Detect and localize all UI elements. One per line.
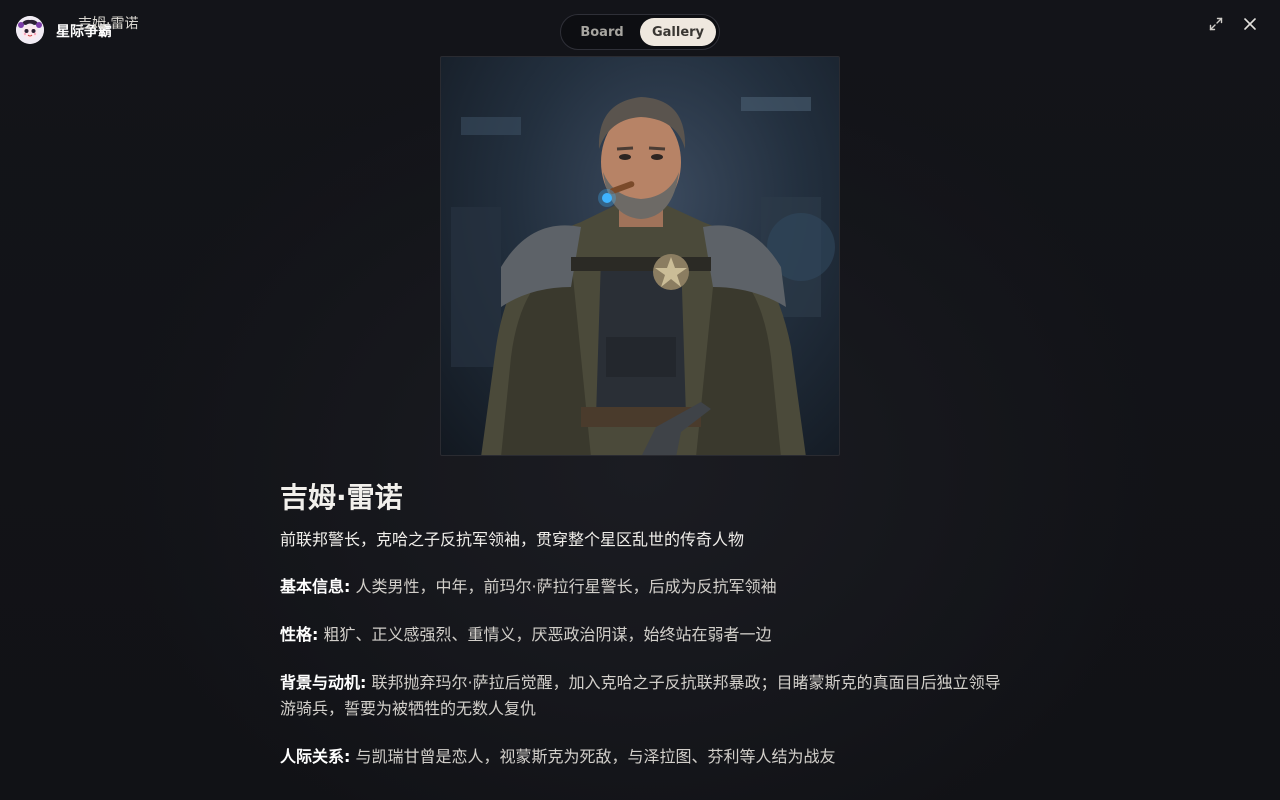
close-icon[interactable] (1240, 14, 1260, 34)
field-relationships: 人际关系: 与凯瑞甘曾是恋人，视蒙斯克为死敌，与泽拉图、芬利等人结为战友 (280, 744, 1010, 770)
current-character-title: 吉姆·雷诺 (78, 16, 139, 32)
character-portrait[interactable] (440, 56, 840, 456)
character-tagline: 前联邦警长，克哈之子反抗军领袖，贯穿整个星区乱世的传奇人物 (280, 530, 745, 549)
field-label: 人际关系: (280, 747, 351, 766)
field-background: 背景与动机: 联邦抛弃玛尔·萨拉后觉醒，加入克哈之子反抗联邦暴政；目睹蒙斯克的真… (280, 670, 1010, 722)
field-label: 基本信息: (280, 577, 351, 596)
field-value: 人类男性，中年，前玛尔·萨拉行星警长，后成为反抗军领袖 (355, 577, 777, 596)
field-value: 粗犷、正义感强烈、重情义，厌恶政治阴谋，始终站在弱者一边 (323, 625, 772, 644)
character-name: 吉姆·雷诺 (280, 481, 403, 514)
field-label: 性格: (280, 625, 319, 644)
field-personality: 性格: 粗犷、正义感强烈、重情义，厌恶政治阴谋，始终站在弱者一边 (280, 622, 1010, 648)
field-label: 背景与动机: (280, 673, 367, 692)
field-value: 与凯瑞甘曾是恋人，视蒙斯克为死敌，与泽拉图、芬利等人结为战友 (355, 747, 836, 766)
tab-board[interactable]: Board (564, 18, 640, 46)
app-brand[interactable]: 星际争霸 吉姆·雷诺 (16, 16, 138, 44)
field-value: 联邦抛弃玛尔·萨拉后觉醒，加入克哈之子反抗联邦暴政；目睹蒙斯克的真面目后独立领导… (280, 673, 1001, 718)
expand-icon[interactable] (1206, 14, 1226, 34)
field-basic-info: 基本信息: 人类男性，中年，前玛尔·萨拉行星警长，后成为反抗军领袖 (280, 574, 1010, 600)
view-toggle: Board Gallery (560, 14, 720, 50)
gallery-page: 星际争霸 吉姆·雷诺 Board Gallery 吉姆·雷诺 前联邦警长，克哈之… (0, 0, 1280, 800)
character-details: 吉姆·雷诺 前联邦警长，克哈之子反抗军领袖，贯穿整个星区乱世的传奇人物 基本信息… (280, 478, 1010, 770)
mascot-logo-icon (16, 16, 44, 44)
tab-gallery[interactable]: Gallery (640, 18, 716, 46)
